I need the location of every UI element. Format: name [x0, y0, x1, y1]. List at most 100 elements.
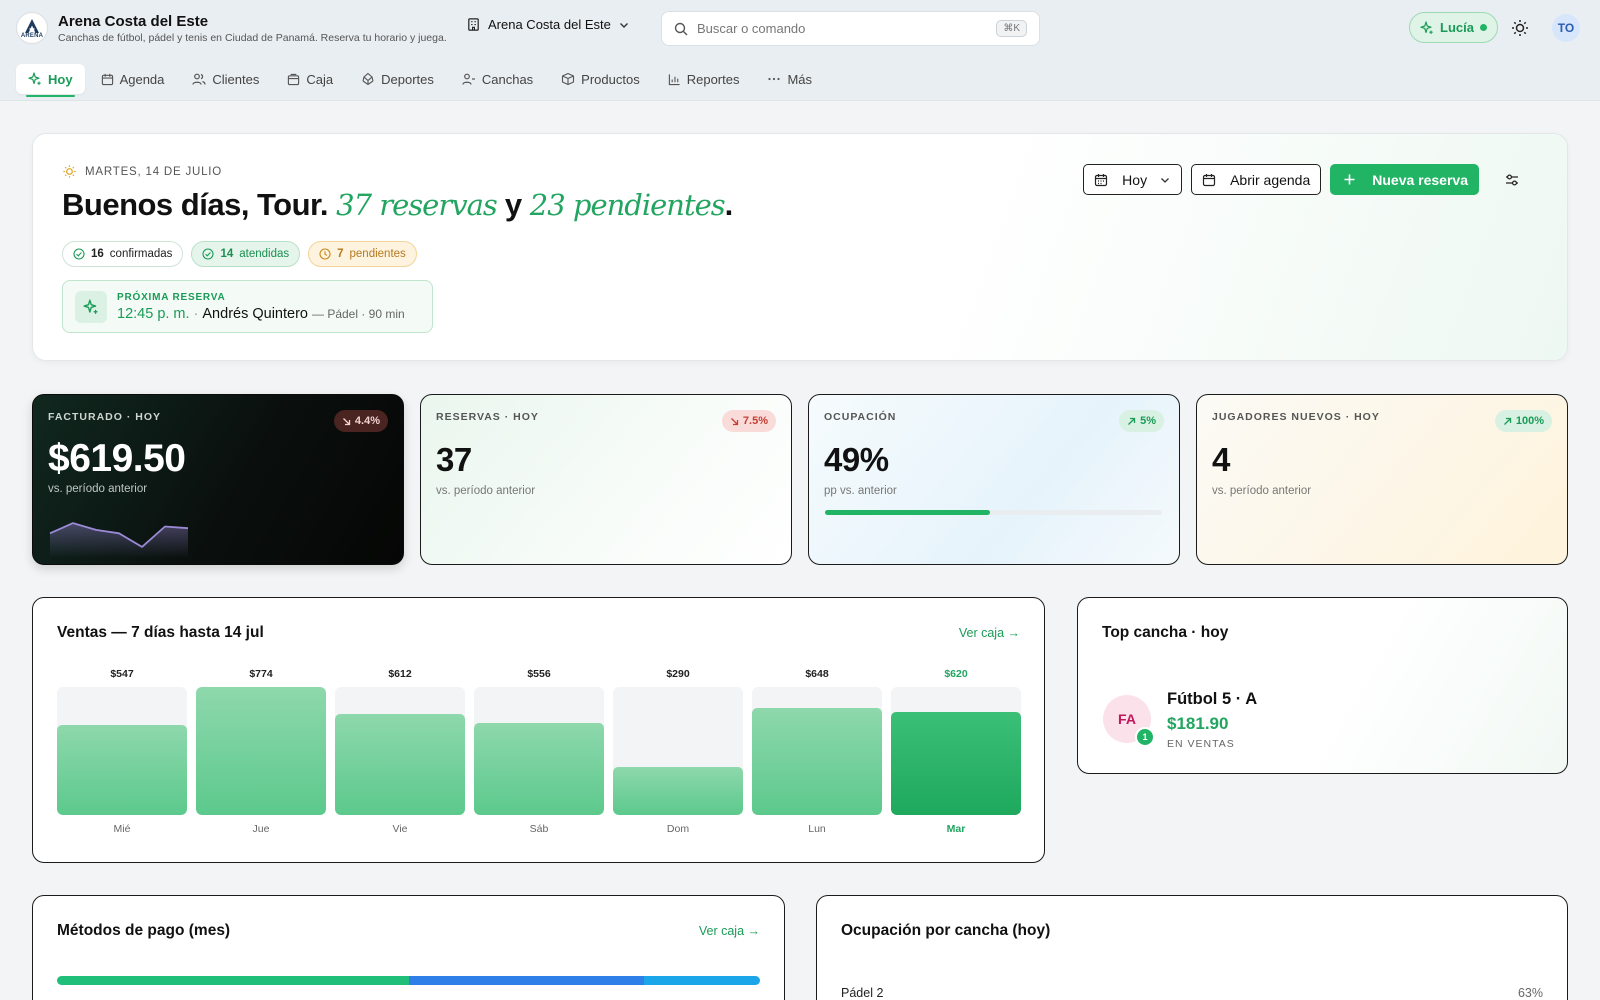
- bar-fill: [752, 708, 882, 815]
- chip-label: atendidas: [239, 248, 290, 260]
- occupancy-progress: [825, 510, 1162, 515]
- tab-clientes[interactable]: Clientes: [180, 64, 271, 94]
- search-input[interactable]: [697, 21, 997, 36]
- kpi-delta-badge: 4.4%: [333, 410, 388, 432]
- payments-panel: Métodos de pago (mes) Ver caja →: [32, 895, 785, 1000]
- bar-fill: [891, 712, 1021, 815]
- payments-link[interactable]: Ver caja →: [699, 924, 760, 938]
- hero-title: Buenos días, Tour. 37 reservas y 23 pend…: [62, 187, 733, 223]
- bar-value-label: $648: [805, 668, 829, 680]
- tab-productos[interactable]: Productos: [549, 64, 652, 94]
- brand-logo-text: ARENA: [20, 32, 44, 39]
- tab-hoy[interactable]: Hoy: [16, 64, 85, 97]
- court-rank-badge: 1: [1135, 727, 1155, 747]
- payment-segment-0[interactable]: [57, 976, 409, 985]
- bar-fill: [613, 767, 743, 815]
- sales-bar-6[interactable]: $620 Mar: [891, 668, 1021, 843]
- tab-label: Más: [787, 71, 813, 87]
- tab-label: Hoy: [48, 71, 73, 87]
- arrow-down-right-icon: [342, 417, 351, 425]
- payment-segment-2[interactable]: [644, 976, 760, 985]
- sun-icon: [63, 165, 76, 178]
- sparkline-area: [50, 523, 188, 558]
- arrow-down-right-icon: [730, 417, 739, 425]
- sales-bar-3[interactable]: $556 Sáb: [474, 668, 604, 843]
- open-agenda-button[interactable]: Abrir agenda: [1191, 164, 1322, 195]
- tab-reportes[interactable]: Reportes: [656, 64, 752, 94]
- check-circle-icon: [73, 248, 85, 260]
- bar-fill: [474, 723, 604, 815]
- building-icon: [468, 18, 479, 31]
- search-shortcut: ⌘K: [996, 20, 1027, 37]
- occupancy-progress-fill: [825, 510, 991, 515]
- user-avatar[interactable]: TO: [1552, 14, 1580, 42]
- chip-pendientes[interactable]: 7 pendientes: [308, 241, 417, 267]
- tab-label: Agenda: [119, 71, 165, 87]
- chevron-down-icon: [619, 22, 628, 28]
- assistant-button[interactable]: Lucía: [1409, 12, 1498, 43]
- top-court-title: Top cancha · hoy: [1102, 624, 1229, 641]
- bar-fill: [335, 714, 465, 815]
- tab-canchas[interactable]: Canchas: [450, 64, 545, 94]
- chip-atendidas[interactable]: 14 atendidas: [191, 241, 301, 267]
- payment-segment-1[interactable]: [408, 976, 644, 985]
- theme-toggle[interactable]: [1510, 18, 1530, 38]
- brand[interactable]: ARENA Arena Costa del Este Canchas de fú…: [16, 12, 447, 44]
- next-booking[interactable]: PRÓXIMA RESERVA 12:45 p. m. · Andrés Quint…: [62, 280, 433, 333]
- kpi-delta: 7.5%: [742, 415, 768, 427]
- occupancy-row-name: Pádel 2: [841, 986, 884, 1000]
- tab-label: Caja: [306, 71, 334, 87]
- users-icon: [192, 73, 206, 85]
- sales-bar-chart: $547 Mié $774 Jue $612 Vie $556 Sáb $290 Dom $648 L…: [57, 668, 1022, 843]
- chip-label: pendientes: [349, 248, 406, 260]
- chip-count: 14: [220, 248, 234, 260]
- sales-bar-2[interactable]: $612 Vie: [335, 668, 465, 843]
- search-icon: [674, 22, 688, 35]
- status-chips: 16 confirmadas 14 atendidas 7 pendientes: [62, 241, 417, 267]
- venue-selector[interactable]: Arena Costa del Este: [466, 17, 630, 32]
- bar-category-label: Mar: [946, 823, 966, 835]
- tab-caja[interactable]: Caja: [275, 64, 345, 94]
- top-bar: ARENA Arena Costa del Este Canchas de fú…: [0, 0, 1600, 101]
- sun-icon: [1512, 20, 1528, 36]
- bar-value-label: $556: [527, 668, 551, 680]
- top-court-panel: Top cancha · hoy FA 1 Fútbol 5 · A $181.…: [1077, 597, 1568, 774]
- chip-confirmadas[interactable]: 16 confirmadas: [62, 241, 184, 267]
- sales-bar-4[interactable]: $290 Dom: [613, 668, 743, 843]
- sales-panel: Ventas — 7 días hasta 14 jul Ver caja → …: [32, 597, 1045, 863]
- tab-mas[interactable]: Más: [755, 64, 824, 94]
- kpi-delta-badge: 7.5%: [721, 410, 776, 432]
- new-booking-button[interactable]: Nueva reserva: [1330, 164, 1479, 195]
- tab-deportes[interactable]: Deportes: [349, 64, 446, 94]
- sales-bar-0[interactable]: $547 Mié: [57, 668, 187, 843]
- kpi-jugadores[interactable]: JUGADORES NUEVOS · HOY 100% 4 vs. períod…: [1196, 394, 1568, 565]
- sales-link[interactable]: Ver caja →: [959, 626, 1020, 640]
- bar-track: [613, 687, 743, 815]
- court-name[interactable]: Fútbol 5 · A: [1167, 690, 1257, 709]
- revenue-sparkline: [49, 522, 189, 558]
- bar-value-label: $612: [388, 668, 412, 680]
- bar-track: [891, 687, 1021, 815]
- bar-value-label: $290: [666, 668, 690, 680]
- kpi-value: 37: [436, 441, 472, 478]
- next-booking-sep: ·: [193, 305, 199, 322]
- search-box[interactable]: ⌘K: [661, 11, 1040, 46]
- bar-category-label: Jue: [252, 823, 270, 835]
- arrow-up-right-icon: [1503, 417, 1512, 425]
- bar-category-label: Lun: [808, 823, 826, 835]
- next-booking-time: 12:45 p. m.: [117, 305, 190, 322]
- kpi-ocupacion[interactable]: OCUPACIÓN 5% 49% pp vs. anterior: [808, 394, 1180, 565]
- period-select[interactable]: Hoy: [1083, 164, 1183, 195]
- sales-bar-1[interactable]: $774 Jue: [196, 668, 326, 843]
- bar-fill: [196, 687, 326, 815]
- kpi-facturado[interactable]: FACTURADO · HOY 4.4% $619.50 vs. período…: [32, 394, 404, 565]
- tab-agenda[interactable]: Agenda: [89, 64, 177, 94]
- customize-button[interactable]: [1496, 164, 1527, 195]
- bar-value-label: $547: [110, 668, 134, 680]
- sales-title: Ventas — 7 días hasta 14 jul: [57, 624, 264, 641]
- kpi-reservas[interactable]: RESERVAS · HOY 7.5% 37 vs. período anter…: [420, 394, 792, 565]
- sales-bar-5[interactable]: $648 Lun: [752, 668, 882, 843]
- tab-label: Productos: [581, 71, 640, 87]
- clock-icon: [319, 248, 331, 260]
- hero-period: .: [724, 187, 734, 222]
